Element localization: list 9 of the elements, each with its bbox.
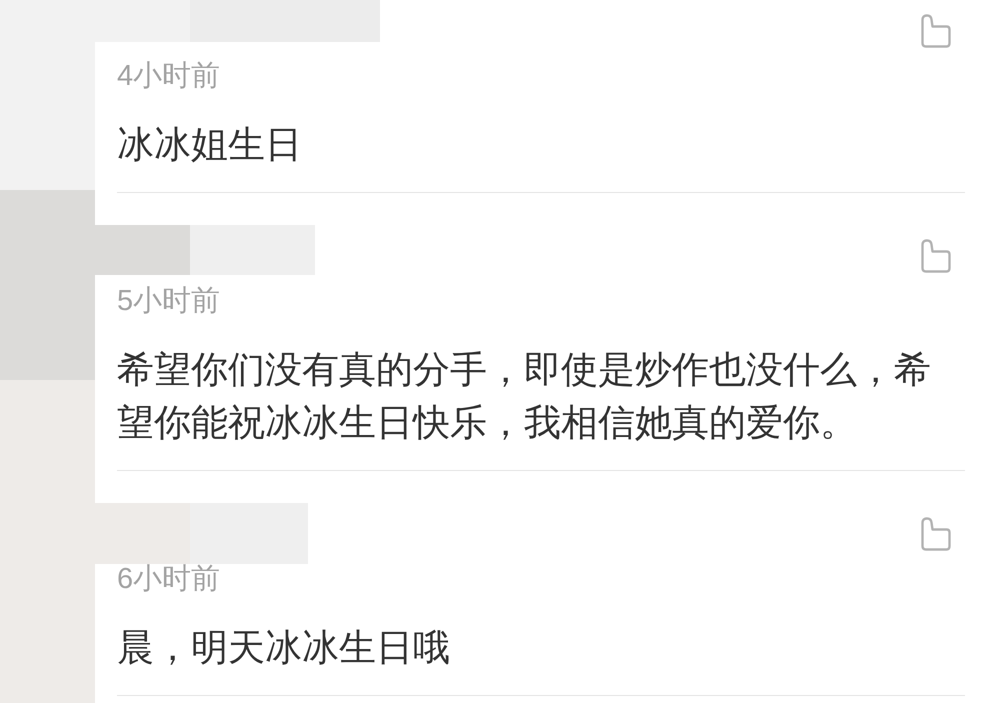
thumbs-up-icon[interactable] xyxy=(920,14,952,48)
thumbs-up-icon[interactable] xyxy=(920,239,952,273)
comment-text: 晨，明天冰冰生日哦 xyxy=(117,626,451,670)
comment-time: 6小时前 xyxy=(117,564,220,594)
comment-text: 冰冰姐生日 xyxy=(117,123,303,167)
comment-time: 5小时前 xyxy=(117,286,220,316)
thumbs-up-icon[interactable] xyxy=(920,517,952,551)
comment-time: 4小时前 xyxy=(117,61,220,91)
comment-text: 希望你们没有真的分手，即使是炒作也没什么，希望你能祝冰冰生日快乐，我相信她真的爱你。 xyxy=(117,348,932,445)
